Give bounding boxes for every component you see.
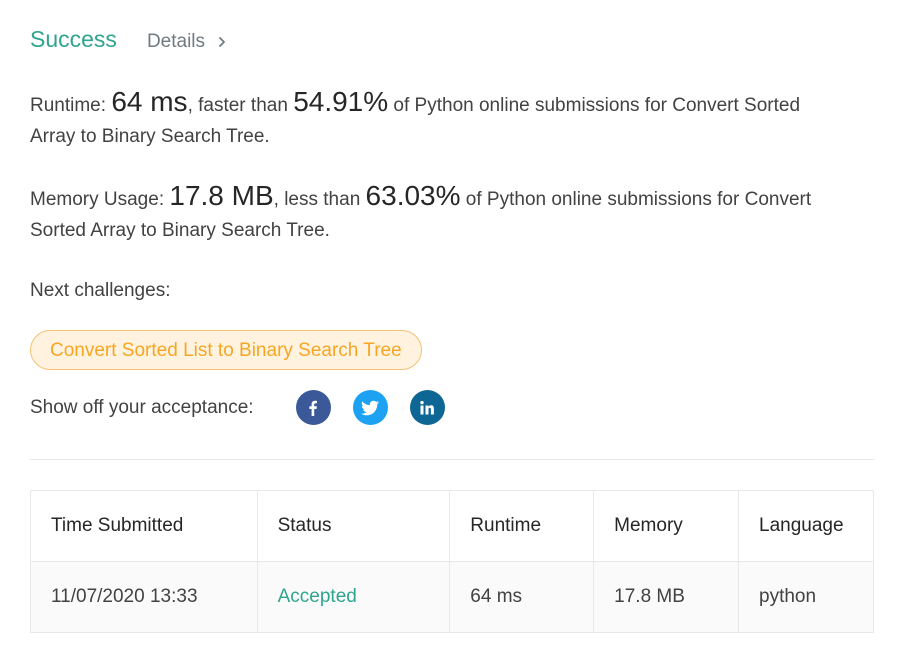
submissions-table: Time Submitted Status Runtime Memory Lan… bbox=[30, 490, 874, 633]
twitter-share-button[interactable] bbox=[352, 390, 388, 425]
memory-comparison: , less than bbox=[273, 189, 366, 210]
next-challenges-label: Next challenges: bbox=[30, 280, 171, 301]
cell-language: python bbox=[738, 561, 874, 633]
details-link[interactable]: Details bbox=[147, 31, 229, 53]
cell-time-submitted: 11/07/2020 13:33 bbox=[30, 561, 258, 633]
details-label: Details bbox=[146, 31, 206, 52]
memory-percent: 63.03% bbox=[365, 180, 461, 211]
table-header-row: Time Submitted Status Runtime Memory Lan… bbox=[30, 490, 874, 562]
runtime-label: Runtime: bbox=[30, 95, 112, 116]
cell-runtime: 64 ms bbox=[449, 561, 595, 633]
runtime-value: 64 ms bbox=[111, 86, 188, 117]
runtime-percent: 54.91% bbox=[293, 86, 389, 117]
linkedin-icon bbox=[420, 400, 434, 414]
twitter-icon bbox=[361, 400, 380, 415]
table-row: 11/07/2020 13:33 Accepted 64 ms 17.8 MB … bbox=[30, 561, 874, 633]
memory-value: 17.8 MB bbox=[169, 180, 274, 211]
submission-result-page: Success Details Runtime: 64 ms, faster t… bbox=[0, 0, 903, 648]
share-icons bbox=[295, 390, 467, 425]
facebook-icon bbox=[309, 400, 318, 416]
column-header-language: Language bbox=[738, 490, 874, 562]
chevron-right-icon bbox=[219, 37, 225, 47]
result-header: Success Details bbox=[30, 26, 229, 53]
facebook-share-button[interactable] bbox=[295, 390, 331, 425]
memory-label: Memory Usage: bbox=[30, 189, 170, 210]
next-challenge-button[interactable]: Convert Sorted List to Binary Search Tre… bbox=[30, 330, 422, 370]
column-header-memory: Memory bbox=[593, 490, 739, 562]
column-header-runtime: Runtime bbox=[449, 490, 595, 562]
share-row: Show off your acceptance: bbox=[30, 389, 467, 426]
linkedin-share-button[interactable] bbox=[409, 390, 445, 425]
share-label: Show off your acceptance: bbox=[30, 396, 254, 418]
runtime-comparison: , faster than bbox=[187, 95, 294, 116]
runtime-stat: Runtime: 64 ms, faster than 54.91% of Py… bbox=[30, 86, 830, 152]
column-header-time-submitted: Time Submitted bbox=[30, 490, 258, 562]
status-title: Success bbox=[30, 26, 117, 52]
section-divider bbox=[30, 459, 874, 460]
cell-status-link[interactable]: Accepted bbox=[256, 561, 451, 633]
cell-memory: 17.8 MB bbox=[593, 561, 739, 633]
column-header-status: Status bbox=[256, 490, 451, 562]
memory-stat: Memory Usage: 17.8 MB, less than 63.03% … bbox=[30, 180, 830, 246]
